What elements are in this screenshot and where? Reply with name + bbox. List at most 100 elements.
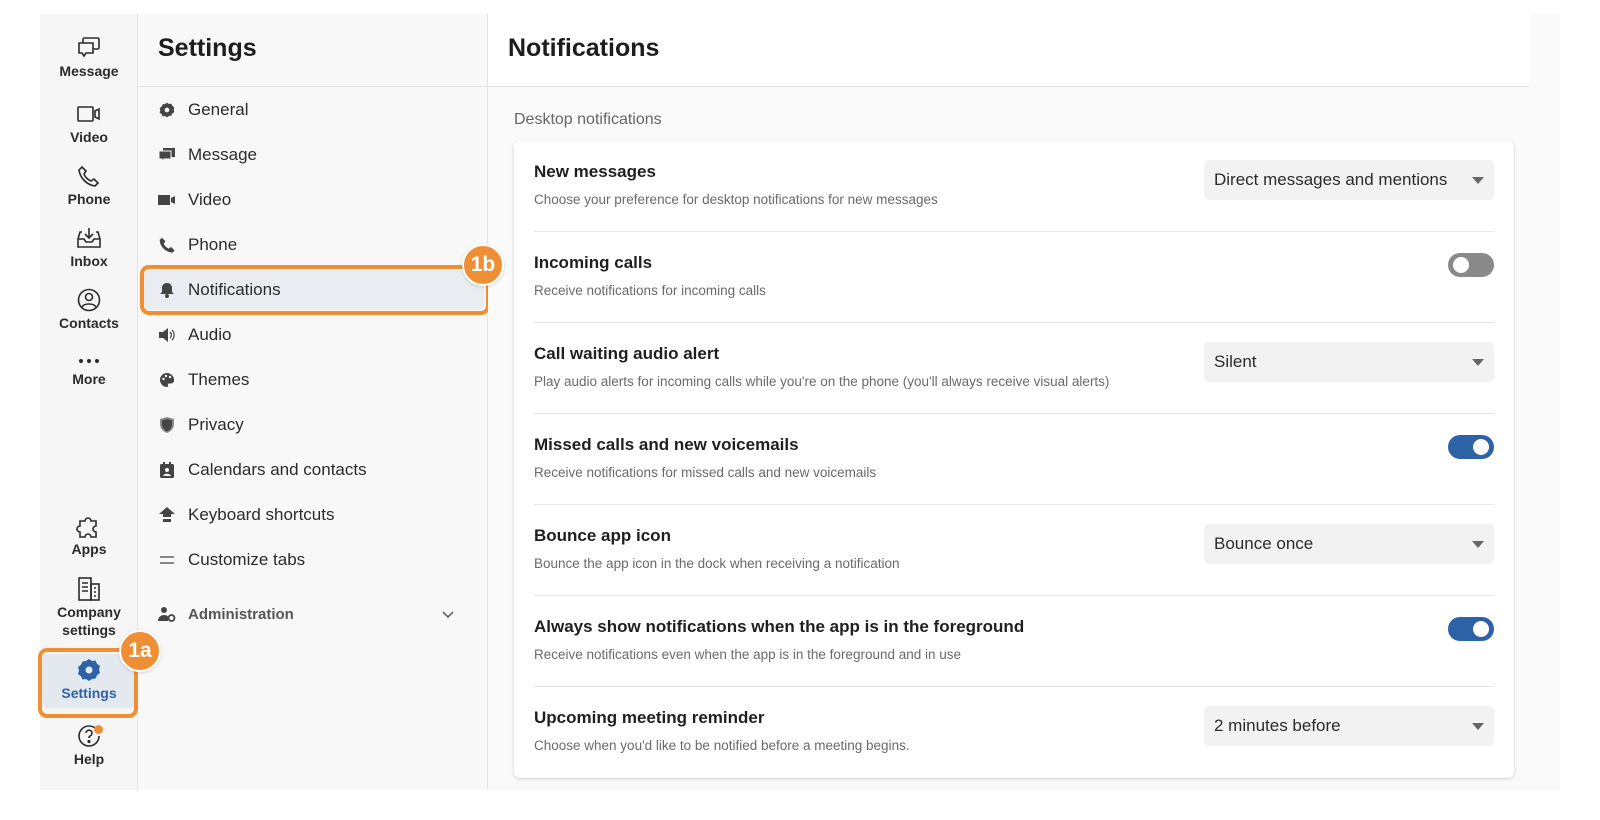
more-icon — [76, 354, 102, 368]
setting-row-missed-calls: Missed calls and new voicemails Receive … — [534, 414, 1494, 505]
settings-card: New messages Choose your preference for … — [514, 141, 1514, 778]
left-rail: Message Video Phone Inbox Contacts More … — [38, 14, 138, 790]
phone-icon — [76, 164, 102, 188]
rail-item-company-settings[interactable]: Company settings — [40, 577, 138, 639]
setting-description: Receive notifications even when the app … — [534, 647, 962, 662]
nav-title: Settings — [138, 14, 487, 87]
select-value: Bounce once — [1214, 534, 1314, 553]
setting-title: Upcoming meeting reminder — [534, 708, 765, 727]
rail-label: Message — [59, 63, 119, 79]
nav-label: Keyboard shortcuts — [188, 505, 335, 524]
section-label: Desktop notifications — [514, 111, 662, 128]
toggle-knob — [1453, 257, 1469, 273]
nav-label: Video — [188, 190, 232, 209]
nav-item-customize-tabs[interactable]: Customize tabs — [144, 540, 484, 580]
new-messages-select[interactable]: Direct messages and mentions — [1204, 160, 1494, 200]
rail-item-inbox[interactable]: Inbox — [40, 226, 138, 270]
nav-label: Calendars and contacts — [188, 460, 367, 479]
annotation-badge-1b: 1b — [462, 244, 504, 286]
setting-description: Choose when you'd like to be notified be… — [534, 738, 910, 753]
call-waiting-select[interactable]: Silent — [1204, 342, 1494, 382]
app-window: Message Video Phone Inbox Contacts More … — [38, 14, 1560, 790]
nav-item-video[interactable]: Video — [144, 180, 484, 220]
rail-item-video[interactable]: Video — [40, 102, 138, 146]
select-value: Silent — [1214, 352, 1257, 371]
rail-item-message[interactable]: Message — [40, 36, 138, 80]
nav-label: Themes — [188, 370, 250, 389]
rail-item-phone[interactable]: Phone — [40, 164, 138, 208]
annotation-highlight-1b — [140, 265, 490, 315]
setting-title: Always show notifications when the app i… — [534, 617, 1025, 636]
rail-item-contacts[interactable]: Contacts — [40, 288, 138, 332]
building-icon — [76, 577, 102, 601]
toggle-knob — [1473, 621, 1489, 637]
rail-label: Phone — [67, 191, 111, 207]
setting-description: Receive notifications for missed calls a… — [534, 465, 877, 480]
nav-label: Customize tabs — [188, 550, 306, 569]
rail-item-apps[interactable]: Apps — [40, 514, 138, 558]
lines-icon — [158, 551, 176, 569]
shield-icon — [158, 416, 176, 434]
nav-item-themes[interactable]: Themes — [144, 360, 484, 400]
incoming-calls-toggle[interactable] — [1448, 253, 1494, 277]
admin-icon — [158, 605, 176, 623]
setting-title: Missed calls and new voicemails — [534, 435, 799, 454]
message-icon — [76, 36, 102, 60]
rail-label: Video — [70, 129, 108, 145]
settings-nav: Settings General Message Video Phone Not… — [138, 14, 490, 790]
chevron-down-icon[interactable] — [442, 606, 454, 623]
setting-row-foreground-notifications: Always show notifications when the app i… — [534, 596, 1494, 687]
phone-icon — [158, 236, 176, 254]
meeting-reminder-select[interactable]: 2 minutes before — [1204, 706, 1494, 746]
video-icon — [158, 191, 176, 209]
calendar-icon — [158, 461, 176, 479]
setting-row-incoming-calls: Incoming calls Receive notifications for… — [534, 232, 1494, 323]
bounce-app-icon-select[interactable]: Bounce once — [1204, 524, 1494, 564]
notification-dot — [94, 725, 103, 734]
setting-description: Bounce the app icon in the dock when rec… — [534, 556, 900, 571]
setting-title: Incoming calls — [534, 253, 653, 272]
setting-title: New messages — [534, 162, 656, 181]
message-icon — [158, 146, 176, 164]
page-title: Notifications — [488, 14, 1530, 87]
nav-label: Phone — [188, 235, 238, 254]
toggle-knob — [1473, 439, 1489, 455]
rail-item-more[interactable]: More — [40, 354, 138, 388]
palette-icon — [158, 371, 176, 389]
nav-item-phone[interactable]: Phone — [144, 225, 484, 265]
setting-description: Play audio alerts for incoming calls whi… — [534, 374, 1110, 389]
nav-item-privacy[interactable]: Privacy — [144, 405, 484, 445]
setting-row-new-messages: New messages Choose your preference for … — [534, 141, 1494, 232]
nav-item-administration[interactable]: Administration — [144, 594, 484, 634]
nav-label: General — [188, 100, 249, 119]
select-value: Direct messages and mentions — [1214, 170, 1448, 189]
gear-icon — [158, 101, 176, 119]
nav-item-audio[interactable]: Audio — [144, 315, 484, 355]
setting-title: Bounce app icon — [534, 526, 671, 545]
rail-item-help[interactable]: Help — [40, 724, 138, 768]
setting-row-call-waiting-audio-alert: Call waiting audio alert Play audio aler… — [534, 323, 1494, 414]
caret-down-icon — [1472, 359, 1484, 366]
rail-label: Inbox — [70, 253, 108, 269]
nav-label: Audio — [188, 325, 232, 344]
nav-label: Administration — [188, 605, 294, 623]
speaker-icon — [158, 326, 176, 344]
foreground-notifications-toggle[interactable] — [1448, 617, 1494, 641]
help-icon — [76, 724, 103, 748]
rail-label: Contacts — [59, 315, 119, 331]
nav-item-message[interactable]: Message — [144, 135, 484, 175]
keyboard-icon — [158, 506, 176, 524]
caret-down-icon — [1472, 541, 1484, 548]
caret-down-icon — [1472, 723, 1484, 730]
setting-row-meeting-reminder: Upcoming meeting reminder Choose when yo… — [534, 687, 1494, 778]
main-content: Notifications Desktop notifications New … — [488, 14, 1560, 790]
nav-item-calendars-contacts[interactable]: Calendars and contacts — [144, 450, 484, 490]
nav-item-keyboard-shortcuts[interactable]: Keyboard shortcuts — [144, 495, 484, 535]
annotation-badge-1a: 1a — [119, 630, 161, 672]
missed-calls-toggle[interactable] — [1448, 435, 1494, 459]
rail-label: settings — [62, 622, 116, 638]
rail-label: More — [72, 371, 106, 387]
setting-row-bounce-app-icon: Bounce app icon Bounce the app icon in t… — [534, 505, 1494, 596]
contacts-icon — [76, 288, 102, 312]
nav-item-general[interactable]: General — [144, 90, 484, 130]
